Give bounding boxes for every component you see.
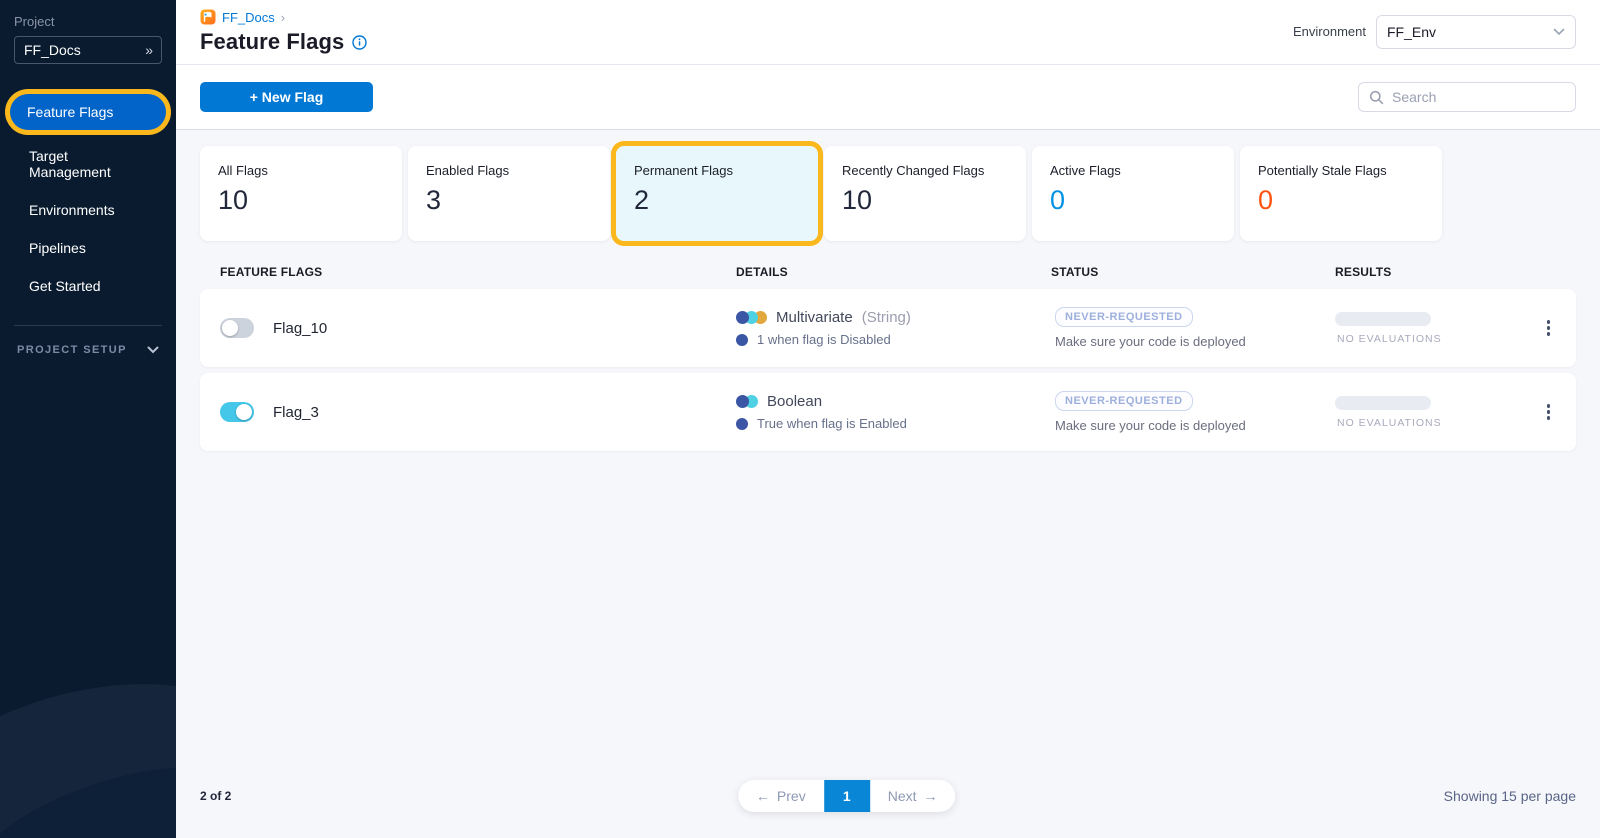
environment-value: FF_Env [1387,24,1436,40]
search-icon [1369,90,1384,105]
project-name: FF_Docs [24,42,81,58]
project-setup-label: PROJECT SETUP [17,344,127,356]
stat-label: Potentially Stale Flags [1258,163,1424,178]
flag-filter-cards: All Flags 10 Enabled Flags 3 Permanent F… [200,146,1576,241]
sidebar-nav: Feature Flags Target Management Environm… [0,88,176,305]
multivariate-icon [736,311,767,324]
project-selector[interactable]: FF_Docs » [14,36,162,64]
stat-value: 0 [1258,185,1424,216]
filter-card-enabled-flags[interactable]: Enabled Flags 3 [408,146,610,241]
search-box [1358,82,1576,112]
project-setup-toggle[interactable]: PROJECT SETUP [17,344,159,356]
stat-value: 10 [218,185,384,216]
flag-type: Multivariate [776,309,853,326]
filter-card-potentially-stale-flags[interactable]: Potentially Stale Flags 0 [1240,146,1442,241]
main-area: FF_Docs › Feature Flags Environment FF_E… [176,0,1600,838]
column-feature-flags: FEATURE FLAGS [220,265,736,279]
status-text: Make sure your code is deployed [1055,334,1246,349]
flag-name[interactable]: Flag_3 [273,404,319,421]
default-rule: 1 when flag is Disabled [757,332,891,347]
arrow-left-icon: ← [756,788,770,804]
current-page-button[interactable]: 1 [824,780,870,812]
breadcrumb: FF_Docs › [200,8,367,26]
expand-chevrons-icon[interactable]: » [145,42,152,58]
project-label: Project [14,14,162,29]
filter-card-permanent-flags[interactable]: Permanent Flags 2 [616,146,818,241]
chevron-down-icon [147,346,159,354]
column-status: STATUS [1051,265,1335,279]
column-details: DETAILS [736,265,1051,279]
results-text: NO EVALUATIONS [1335,333,1442,345]
stat-label: Recently Changed Flags [842,163,1008,178]
stat-label: Enabled Flags [426,163,592,178]
column-results: RESULTS [1335,265,1516,279]
breadcrumb-separator: › [281,10,285,25]
prev-page-button[interactable]: ← Prev [738,780,824,812]
breadcrumb-project-link[interactable]: FF_Docs [222,10,275,25]
filter-card-recently-changed-flags[interactable]: Recently Changed Flags 10 [824,146,1026,241]
environment-label: Environment [1293,24,1366,39]
pagination: ← Prev 1 Next → [738,780,956,812]
stat-value: 2 [634,185,800,216]
status-badge: NEVER-REQUESTED [1055,307,1193,327]
sidebar-item-pipelines[interactable]: Pipelines [12,230,164,266]
sidebar-item-get-started[interactable]: Get Started [12,268,164,304]
per-page-text: Showing 15 per page [1444,788,1576,804]
stat-label: Active Flags [1050,163,1216,178]
variation-dot-icon [736,334,748,346]
stat-label: Permanent Flags [634,163,800,178]
results-bar [1335,396,1431,410]
flag-toggle[interactable] [220,318,254,338]
flag-name[interactable]: Flag_10 [273,320,327,337]
environment-picker: Environment FF_Env [1293,8,1576,55]
status-badge: NEVER-REQUESTED [1055,391,1193,411]
table-header: FEATURE FLAGS DETAILS STATUS RESULTS [200,255,1576,289]
stat-value: 10 [842,185,1008,216]
chevron-down-icon [1553,28,1565,36]
toolbar: + New Flag [176,65,1600,130]
footer: 2 of 2 ← Prev 1 Next → Showing 15 per pa… [200,780,1576,838]
row-count: 2 of 2 [200,789,231,803]
filter-card-active-flags[interactable]: Active Flags 0 [1032,146,1234,241]
status-text: Make sure your code is deployed [1055,418,1246,433]
search-input[interactable] [1392,89,1573,105]
stat-label: All Flags [218,163,384,178]
sidebar-item-feature-flags[interactable]: Feature Flags [10,94,166,130]
default-rule: True when flag is Enabled [757,416,907,431]
results-bar [1335,312,1431,326]
page-title: Feature Flags [200,29,344,55]
content: All Flags 10 Enabled Flags 3 Permanent F… [176,130,1600,838]
arrow-right-icon: → [924,788,938,804]
table-row[interactable]: Flag_10 Multivariate (String) 1 when fla… [200,289,1576,367]
flag-type: Boolean [767,393,822,410]
sidebar-item-target-management[interactable]: Target Management [12,138,164,190]
flag-type-detail: (String) [862,309,911,326]
flag-toggle[interactable] [220,402,254,422]
stat-value: 3 [426,185,592,216]
environment-select[interactable]: FF_Env [1376,15,1576,49]
results-text: NO EVALUATIONS [1335,417,1442,429]
table-row[interactable]: Flag_3 Boolean True when flag is Enabled… [200,373,1576,451]
sidebar: Project FF_Docs » Feature Flags Target M… [0,0,176,838]
filter-card-all-flags[interactable]: All Flags 10 [200,146,402,241]
sidebar-item-environments[interactable]: Environments [12,192,164,228]
feature-flags-module-icon [200,9,216,25]
new-flag-button[interactable]: + New Flag [200,82,373,112]
sidebar-divider [14,325,162,326]
info-icon[interactable] [352,35,367,50]
stat-value: 0 [1050,185,1216,216]
page-header: FF_Docs › Feature Flags Environment FF_E… [176,0,1600,65]
row-menu-icon[interactable] [1541,314,1557,342]
row-menu-icon[interactable] [1541,398,1557,426]
boolean-icon [736,395,758,408]
variation-dot-icon [736,418,748,430]
next-page-button[interactable]: Next → [870,780,956,812]
